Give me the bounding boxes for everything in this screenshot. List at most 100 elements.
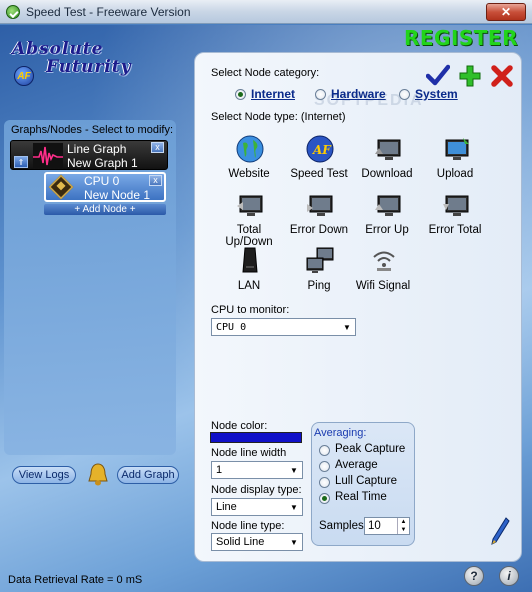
category-system-label[interactable]: System (415, 87, 458, 101)
stepper-buttons[interactable]: ▲ ▼ (397, 518, 409, 534)
window-controls: ✕ (486, 3, 526, 21)
chevron-down-icon: ▼ (290, 502, 298, 512)
close-window-button[interactable]: ✕ (486, 3, 526, 21)
graph-type-label: Line Graph (67, 142, 127, 156)
node-tile-label: Total Up/Down (225, 224, 273, 248)
check-icon[interactable] (426, 64, 450, 86)
node-tile-wifi-signal[interactable]: Wifi Signal (346, 246, 420, 300)
averaging-lull-label[interactable]: Lull Capture (335, 475, 397, 487)
logo-line-1: Absolute (12, 39, 104, 59)
node-tile-error-total[interactable]: Error Total (418, 190, 492, 244)
window-title: Speed Test - Freeware Version (26, 4, 191, 19)
cpu-monitor-value: CPU 0 (216, 321, 247, 333)
node-tile-speed-test[interactable]: AF Speed Test (282, 134, 356, 188)
chevron-down-icon: ▼ (343, 322, 351, 332)
monitor-error-total-icon (443, 195, 469, 216)
node-tile-label: Speed Test (290, 168, 348, 180)
node-line-type-value: Solid Line (216, 536, 265, 548)
node-tile-lan[interactable]: LAN (212, 246, 286, 300)
add-graph-button[interactable]: Add Graph (117, 466, 179, 484)
chevron-down-icon: ▼ (290, 537, 298, 547)
pen-icon[interactable] (490, 516, 510, 546)
remove-node-button[interactable]: x (149, 175, 162, 186)
node-tile-label: Error Total (428, 224, 482, 236)
node-tile-download[interactable]: Download (350, 134, 424, 188)
bell-icon[interactable] (86, 462, 110, 488)
node-tile-label: Ping (307, 280, 331, 292)
delete-icon[interactable] (490, 64, 514, 88)
node-line-type-select[interactable]: Solid Line ▼ (211, 533, 303, 551)
node-tile-label: Error Up (365, 224, 409, 236)
averaging-lull-radio[interactable] (319, 477, 330, 488)
info-icon[interactable]: i (499, 566, 519, 586)
category-internet-radio[interactable] (235, 89, 246, 100)
averaging-title: Averaging: (314, 427, 367, 439)
node-line-width-select[interactable]: 1 ▼ (211, 461, 303, 479)
node-tile-label: Error Down (289, 224, 349, 236)
cpu-monitor-select[interactable]: CPU 0 ▼ (211, 318, 356, 336)
monitor-error-up-icon (375, 195, 401, 216)
monitor-updown-icon (237, 195, 263, 216)
averaging-average-label[interactable]: Average (335, 459, 378, 471)
router-icon (242, 247, 258, 273)
node-tile-label: Download (361, 168, 413, 180)
stepper-up-icon[interactable]: ▲ (401, 519, 407, 525)
graphs-panel (4, 120, 176, 455)
node-type-label: Select Node type: (Internet) (211, 111, 346, 123)
node-tile-label: Website (228, 168, 270, 180)
averaging-realtime-radio[interactable] (319, 493, 330, 504)
graph-item[interactable]: ⇑ Line Graph New Graph 1 x (10, 140, 168, 170)
app-check-icon (6, 4, 20, 19)
logo-line-2: Futurity (46, 57, 132, 77)
status-text: Data Retrieval Rate = 0 mS (8, 574, 143, 586)
node-tile-error-down[interactable]: Error Down (282, 190, 356, 244)
node-tile-label: LAN (237, 280, 261, 292)
node-tile-total-up-down[interactable]: Total Up/Down (212, 190, 286, 248)
node-display-type-value: Line (216, 501, 237, 513)
node-tile-website[interactable]: Website (212, 134, 286, 188)
node-display-type-label: Node display type: (211, 484, 302, 496)
node-color-swatch[interactable] (210, 432, 302, 443)
node-tile-error-up[interactable]: Error Up (350, 190, 424, 244)
chevron-down-icon: ▼ (290, 465, 298, 475)
category-hardware-radio[interactable] (315, 89, 326, 100)
samples-label: Samples: (319, 520, 367, 532)
af-logo-icon: AF (306, 135, 334, 163)
category-system-radio[interactable] (399, 89, 410, 100)
category-hardware-label[interactable]: Hardware (331, 87, 386, 101)
category-internet-label[interactable]: Internet (251, 87, 295, 101)
node-tile-upload[interactable]: Upload (418, 134, 492, 188)
node-item[interactable]: CPU 0 New Node 1 x (44, 172, 166, 202)
stepper-down-icon[interactable]: ▼ (401, 527, 407, 533)
samples-value: 10 (368, 520, 381, 532)
add-node-button[interactable]: + Add Node + (44, 204, 166, 215)
monitor-download-icon (375, 139, 401, 160)
plus-icon[interactable] (458, 64, 482, 88)
node-sub-label: New Node 1 (84, 188, 151, 202)
averaging-peak-radio[interactable] (319, 445, 330, 456)
node-name-label: CPU 0 (84, 174, 120, 188)
globe-icon (236, 135, 264, 163)
averaging-peak-label[interactable]: Peak Capture (335, 443, 405, 455)
monitor-error-down-icon (307, 195, 333, 216)
line-graph-icon (33, 143, 63, 168)
register-button[interactable]: REGISTER (404, 26, 518, 50)
node-line-width-label: Node line width (211, 447, 287, 459)
averaging-average-radio[interactable] (319, 461, 330, 472)
node-line-width-value: 1 (216, 464, 223, 476)
view-logs-button[interactable]: View Logs (12, 466, 76, 484)
af-badge-icon: AF (14, 66, 34, 86)
averaging-realtime-label[interactable]: Real Time (335, 491, 387, 503)
graph-name-label: New Graph 1 (67, 156, 138, 170)
monitor-upload-icon (445, 138, 469, 160)
collapse-graph-button[interactable]: ⇑ (14, 156, 28, 168)
node-color-label: Node color: (211, 420, 268, 432)
samples-stepper[interactable]: 10 ▲ ▼ (364, 517, 410, 535)
node-tile-label: Upload (436, 168, 474, 180)
node-display-type-select[interactable]: Line ▼ (211, 498, 303, 516)
remove-graph-button[interactable]: x (151, 142, 164, 153)
wifi-icon (373, 251, 395, 271)
node-tile-ping[interactable]: Ping (282, 246, 356, 300)
help-icon[interactable]: ? (464, 566, 484, 586)
node-tile-label: Wifi Signal (355, 280, 411, 292)
